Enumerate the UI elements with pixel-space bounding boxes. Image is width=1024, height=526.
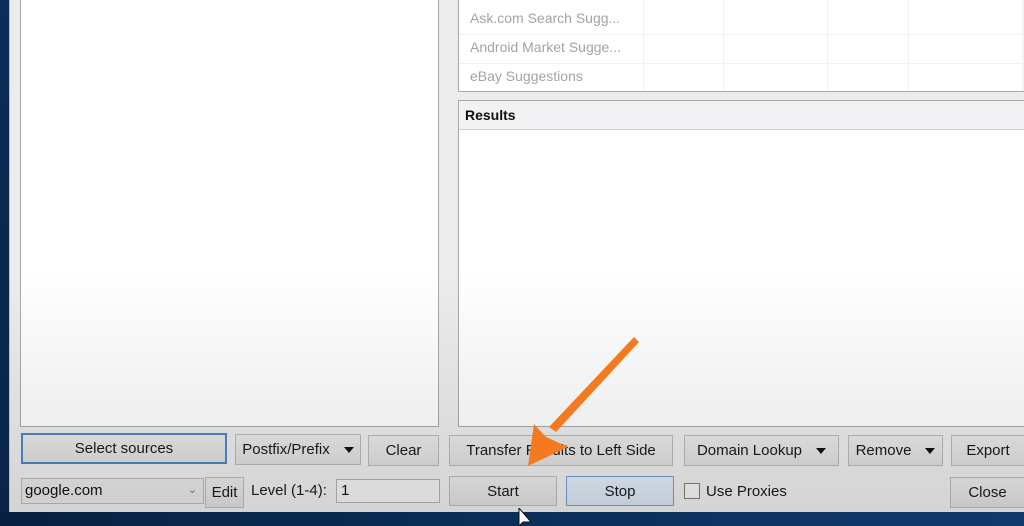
arrow-head <box>528 424 568 466</box>
annotation-arrow-icon <box>528 337 639 466</box>
arrow-shaft <box>549 337 639 432</box>
mouse-cursor-icon <box>518 508 533 526</box>
